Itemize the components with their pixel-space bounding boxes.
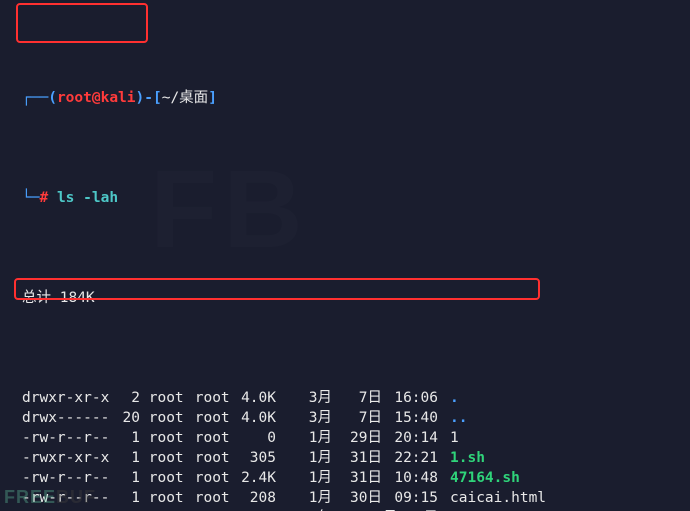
owner: root [140, 428, 186, 448]
day: 30日 [332, 488, 382, 508]
nlinks: 1 [114, 448, 140, 468]
time: 22:21 [382, 448, 438, 468]
group: root [186, 428, 232, 448]
time: 15:40 [382, 408, 438, 428]
table-row: -rw-r--r--1 root root2081月30日09:15caicai… [22, 488, 680, 508]
perm: -rwxr-xr-x [22, 448, 114, 468]
perm: -rw-r--r-- [22, 428, 114, 448]
perm: -rw-r--r-- [22, 488, 114, 508]
day: 7日 [332, 408, 382, 428]
month: 1月 [276, 428, 332, 448]
day: 29日 [332, 428, 382, 448]
size: 4.0K [232, 408, 276, 428]
filename: 1.sh [450, 448, 485, 468]
total-label: 总计 [22, 290, 51, 306]
month: 1月 [276, 488, 332, 508]
owner: root [140, 388, 186, 408]
corner-icon-2: └─ [22, 190, 39, 206]
paren-open: ( [48, 90, 57, 106]
size: 2.4K [232, 468, 276, 488]
bracket-close: ] [208, 90, 217, 106]
prompt-user: root [57, 90, 92, 106]
bracket-open: -[ [144, 90, 161, 106]
month: 1月 [276, 468, 332, 488]
perm: drwxr-xr-x [22, 388, 114, 408]
owner: root [140, 468, 186, 488]
nlinks: 2 [114, 388, 140, 408]
owner: root [140, 488, 186, 508]
corner-icon: ┌── [22, 90, 48, 106]
nlinks: 1 [114, 428, 140, 448]
prompt-host: kali [101, 90, 136, 106]
filename: 1 [450, 428, 459, 448]
table-row: -rw-r--r--1 root root2.4K1月31日10:4847164… [22, 468, 680, 488]
size: 208 [232, 488, 276, 508]
prompt-at: @ [92, 90, 101, 106]
total-value: 184K [60, 290, 95, 306]
table-row: -rw-r--r--1 root root01月29日20:141 [22, 428, 680, 448]
filename: .. [450, 408, 467, 428]
perm: drwx------ [22, 408, 114, 428]
paren-close: ) [136, 90, 145, 106]
time: 10:48 [382, 468, 438, 488]
owner: root [140, 448, 186, 468]
ls-listing: drwxr-xr-x2 root root4.0K3月7日16:06.drwx-… [22, 388, 680, 511]
month: 3月 [276, 408, 332, 428]
nlinks: 1 [114, 488, 140, 508]
nlinks: 1 [114, 468, 140, 488]
group: root [186, 488, 232, 508]
table-row: drwxr-xr-x2 root root4.0K3月7日16:06. [22, 388, 680, 408]
day: 31日 [332, 468, 382, 488]
day: 31日 [332, 448, 382, 468]
group: root [186, 408, 232, 428]
filename: 47164.sh [450, 468, 520, 488]
group: root [186, 388, 232, 408]
month: 1月 [276, 448, 332, 468]
time: 20:14 [382, 428, 438, 448]
size: 305 [232, 448, 276, 468]
total-line: 总计 184K [22, 288, 680, 308]
filename: caicai.html [450, 488, 546, 508]
time: 16:06 [382, 388, 438, 408]
nlinks: 20 [114, 408, 140, 428]
group: root [186, 468, 232, 488]
size: 0 [232, 428, 276, 448]
prompt-cwd: ~/桌面 [162, 90, 208, 106]
owner: root [140, 408, 186, 428]
terminal-output[interactable]: ┌──(root@kali)-[~/桌面] └─# ls -lah 总计 184… [0, 0, 690, 511]
prompt-hash: # [39, 190, 48, 206]
time: 09:15 [382, 488, 438, 508]
prompt-line-1: ┌──(root@kali)-[~/桌面] [22, 88, 680, 108]
table-row: -rwxr-xr-x1 root root3051月31日22:211.sh [22, 448, 680, 468]
month: 3月 [276, 388, 332, 408]
day: 7日 [332, 388, 382, 408]
filename: . [450, 388, 459, 408]
command-text: ls -lah [57, 190, 118, 206]
size: 4.0K [232, 388, 276, 408]
table-row: drwx------20 root root4.0K3月7日15:40.. [22, 408, 680, 428]
group: root [186, 448, 232, 468]
perm: -rw-r--r-- [22, 468, 114, 488]
prompt-line-2: └─# ls -lah [22, 188, 680, 208]
